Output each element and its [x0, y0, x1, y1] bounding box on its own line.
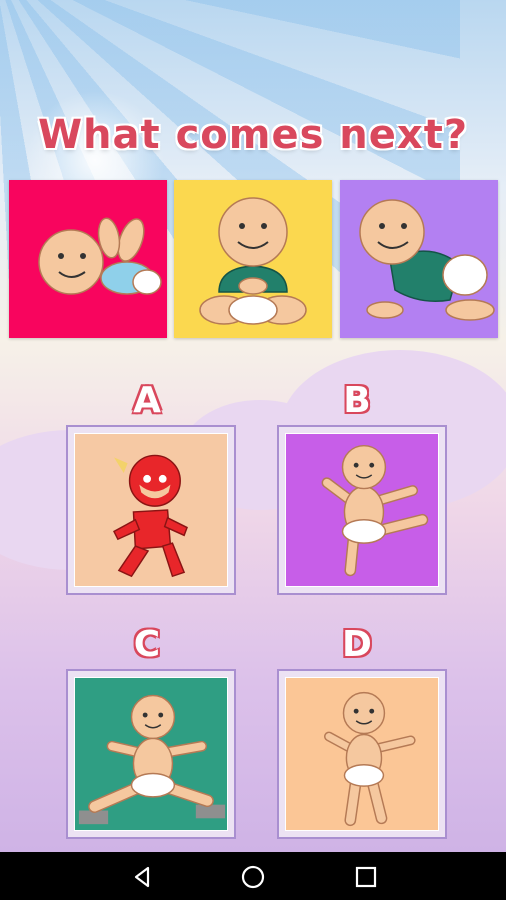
baby-walking-illustration — [324, 691, 416, 827]
baby-sitting-illustration — [199, 197, 307, 325]
option-c-label: C — [133, 624, 161, 665]
recents-icon[interactable] — [351, 862, 381, 892]
option-b-label: B — [343, 380, 371, 421]
back-icon[interactable] — [127, 862, 157, 892]
baby-balancing-illustration — [321, 444, 429, 577]
baby-crawling-illustration — [359, 199, 495, 321]
system-navigation-bar — [0, 852, 506, 900]
option-a-image — [74, 433, 228, 587]
option-b-image — [285, 433, 439, 587]
question-title: What comes next? — [37, 112, 469, 158]
sequence-card-3 — [340, 180, 498, 338]
home-icon[interactable] — [238, 862, 268, 892]
sequence-card-2 — [174, 180, 332, 338]
option-d-card[interactable] — [277, 669, 447, 839]
option-c-image — [74, 677, 228, 831]
baby-splits-illustration — [78, 694, 226, 825]
superhero-running-illustration — [75, 434, 227, 586]
option-b-card[interactable] — [277, 425, 447, 595]
sequence-card-1 — [9, 180, 167, 338]
baby-lying-illustration — [38, 217, 162, 295]
option-a-label: A — [133, 380, 161, 421]
option-a-card[interactable] — [66, 425, 236, 595]
option-d-label: D — [342, 624, 372, 665]
option-c-card[interactable] — [66, 669, 236, 839]
option-d-image — [285, 677, 439, 831]
